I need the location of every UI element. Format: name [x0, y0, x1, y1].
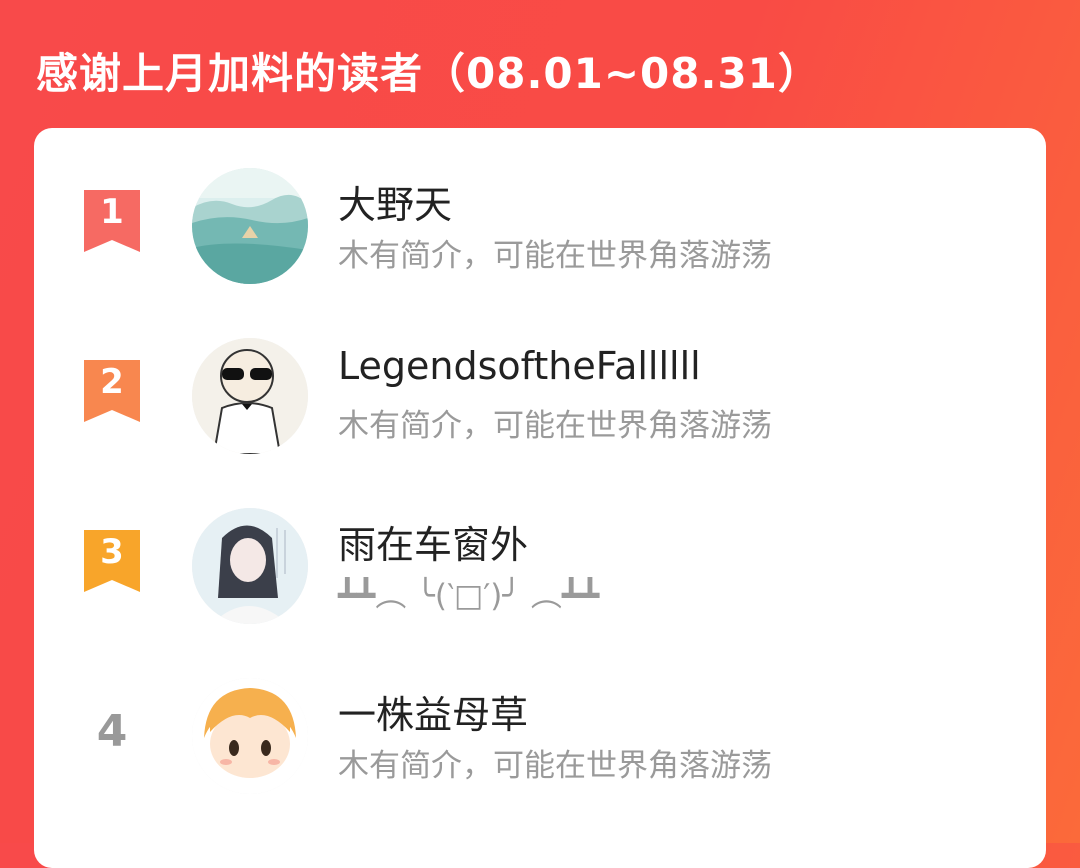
list-item[interactable]: 1 大野天 木有简介，可能在世界角落游荡	[34, 168, 1046, 308]
sunglasses-character-avatar[interactable]	[192, 338, 308, 454]
reader-intro: 木有简介，可能在世界角落游荡	[338, 748, 772, 784]
anime-girl-avatar[interactable]	[192, 508, 308, 624]
page-title: 感谢上月加料的读者（08.01~08.31）	[36, 49, 821, 98]
rank-badge-2: 2	[84, 360, 140, 422]
rank-badge-3: 3	[84, 530, 140, 592]
orange-hair-chibi-avatar[interactable]	[192, 678, 308, 794]
reader-name[interactable]: 雨在车窗外	[338, 514, 528, 569]
list-item[interactable]: 2 LegendsoftheFallllll 木有简介，可能在世界角落游荡	[34, 338, 1046, 478]
reader-intro: ┻┻︵ ╰(‵□′)╯ ︵┻┻	[338, 578, 600, 614]
reader-intro: 木有简介，可能在世界角落游荡	[338, 238, 772, 274]
reader-name[interactable]: 一株益母草	[338, 684, 528, 739]
list-item[interactable]: 3 雨在车窗外 ┻┻︵ ╰(‵□′)╯ ︵┻┻	[34, 508, 1046, 648]
reader-name[interactable]: 大野天	[338, 174, 452, 229]
rank-number: 4	[96, 706, 128, 757]
reader-list: 1 大野天 木有简介，可能在世界角落游荡 2 LegendsoftheFalll…	[34, 128, 1046, 868]
rank-number: 3	[100, 532, 124, 572]
landscape-avatar[interactable]	[192, 168, 308, 284]
reader-name[interactable]: LegendsoftheFallllll	[338, 344, 701, 388]
rank-number: 1	[100, 192, 124, 232]
list-item[interactable]: 4 一株益母草 木有简介，可能在世界角落游荡	[34, 678, 1046, 818]
rank-number: 2	[100, 362, 124, 402]
reader-intro: 木有简介，可能在世界角落游荡	[338, 408, 772, 444]
rank-badge-1: 1	[84, 190, 140, 252]
